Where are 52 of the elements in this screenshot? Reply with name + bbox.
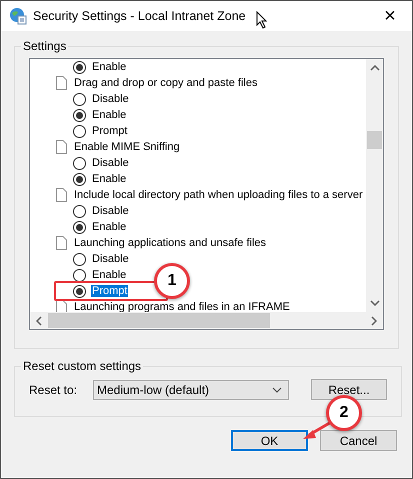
setting-name: Launching applications and unsafe files bbox=[74, 237, 266, 249]
reset-button[interactable]: Reset... bbox=[311, 379, 387, 400]
document-icon bbox=[56, 76, 67, 90]
scrollbar-thumb[interactable] bbox=[367, 131, 382, 149]
vertical-scrollbar[interactable] bbox=[366, 59, 383, 312]
setting-name: Enable MIME Sniffing bbox=[74, 141, 180, 153]
horizontal-scrollbar[interactable] bbox=[30, 312, 383, 329]
scroll-right-icon[interactable] bbox=[371, 316, 377, 326]
radio-button[interactable] bbox=[73, 204, 86, 218]
radio-button[interactable] bbox=[73, 60, 86, 74]
chevron-down-icon bbox=[272, 386, 282, 392]
radio-button[interactable] bbox=[73, 172, 86, 186]
option-label[interactable]: Enable bbox=[91, 173, 128, 185]
option-label[interactable]: Prompt bbox=[91, 125, 128, 137]
scroll-down-icon[interactable] bbox=[370, 300, 380, 306]
radio-button[interactable] bbox=[73, 252, 86, 266]
scroll-left-icon[interactable] bbox=[36, 316, 42, 326]
option-label[interactable]: Enable bbox=[91, 61, 128, 73]
close-button[interactable]: × bbox=[368, 4, 412, 28]
option-label[interactable]: Enable bbox=[91, 269, 128, 281]
radio-button[interactable] bbox=[73, 92, 86, 106]
radio-button[interactable] bbox=[73, 108, 86, 122]
reset-to-label: Reset to: bbox=[29, 382, 78, 396]
radio-button[interactable] bbox=[73, 156, 86, 170]
setting-name: Drag and drop or copy and paste files bbox=[74, 77, 258, 89]
radio-button[interactable] bbox=[73, 284, 86, 298]
document-icon bbox=[56, 236, 67, 250]
setting-name: Include local directory path when uploading files to a server bbox=[74, 189, 363, 201]
option-label[interactable]: Disable bbox=[91, 93, 130, 105]
option-label[interactable]: Disable bbox=[91, 253, 130, 265]
ok-button[interactable]: OK bbox=[231, 430, 308, 451]
option-label[interactable]: Disable bbox=[91, 157, 130, 169]
option-label[interactable]: Prompt bbox=[91, 285, 128, 297]
globe-icon bbox=[9, 7, 27, 25]
document-icon bbox=[56, 188, 67, 202]
document-icon bbox=[56, 300, 67, 312]
option-label[interactable]: Enable bbox=[91, 221, 128, 233]
scroll-up-icon[interactable] bbox=[370, 65, 380, 71]
step-number: 2 bbox=[326, 395, 362, 431]
setting-name: Launching programs and files in an IFRAME bbox=[74, 301, 290, 312]
group-label: Reset custom settings bbox=[22, 359, 142, 373]
reset-level-dropdown[interactable]: Medium-low (default) bbox=[93, 380, 289, 400]
option-label[interactable]: Disable bbox=[91, 205, 130, 217]
window-title: Security Settings - Local Intranet Zone bbox=[33, 9, 246, 23]
radio-button[interactable] bbox=[73, 268, 86, 282]
radio-button[interactable] bbox=[73, 220, 86, 234]
option-label[interactable]: Enable bbox=[91, 109, 128, 121]
scrollbar-thumb[interactable] bbox=[48, 313, 270, 328]
radio-button[interactable] bbox=[73, 124, 86, 138]
group-label: Settings bbox=[22, 39, 68, 53]
document-icon bbox=[56, 140, 67, 154]
cancel-button[interactable]: Cancel bbox=[320, 430, 397, 451]
